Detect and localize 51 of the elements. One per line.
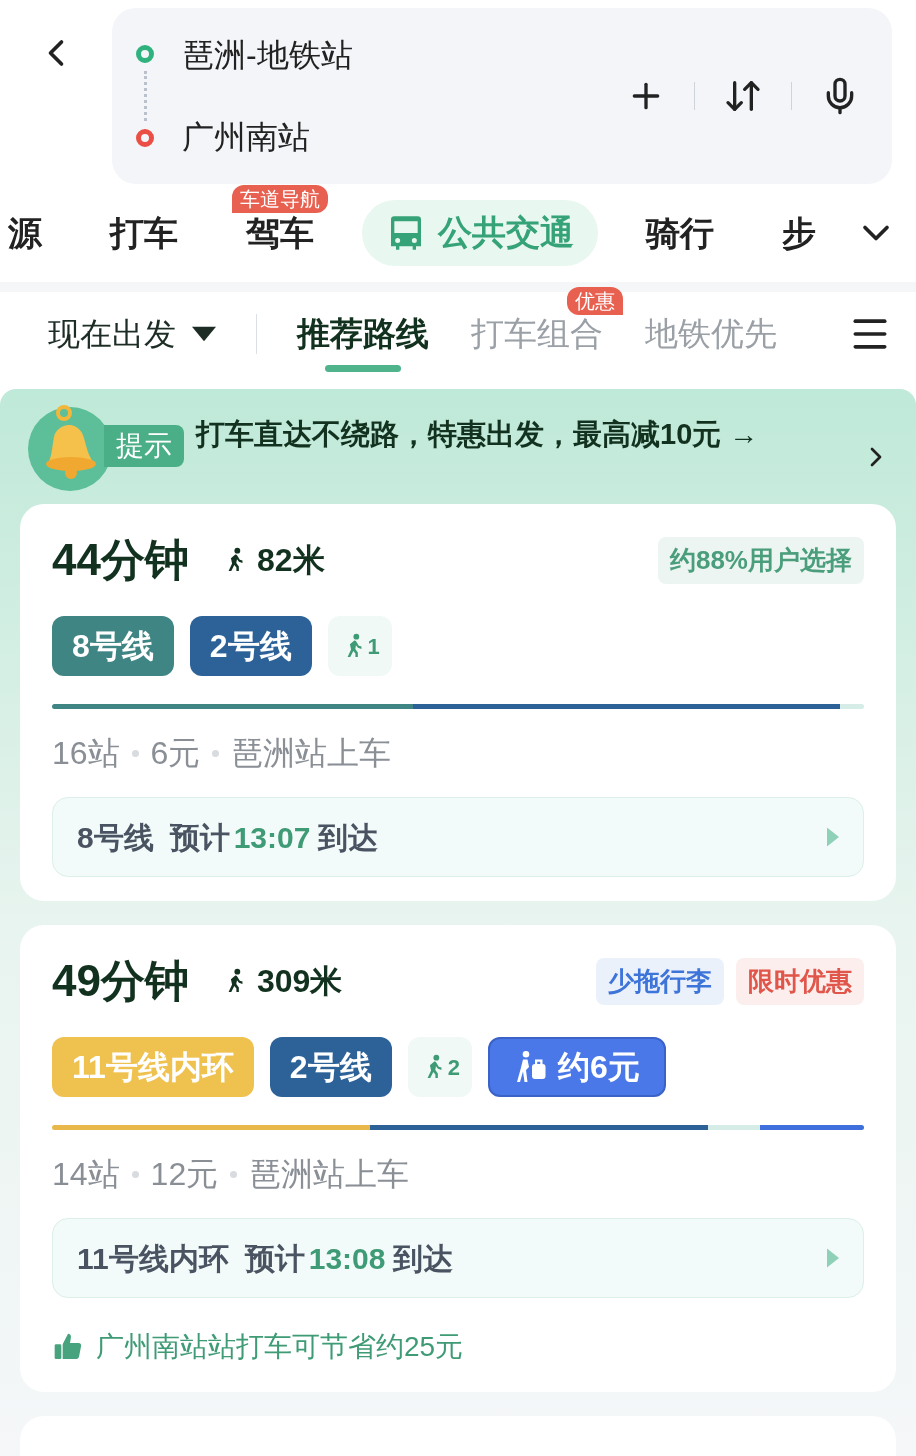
destination-field[interactable]: 广州南站 xyxy=(182,121,353,153)
departure-time-dropdown[interactable]: 现在出发 xyxy=(48,310,216,359)
next-train-row[interactable]: 8号线 预计13:07 到达 xyxy=(52,797,864,877)
play-arrow-icon xyxy=(827,827,839,847)
next-train-line: 8号线 xyxy=(77,819,154,856)
mode-tab[interactable]: 骑行 xyxy=(626,212,734,253)
mode-tab[interactable]: 打车 xyxy=(90,212,198,253)
route-tag: 限时优惠 xyxy=(736,957,864,1005)
arrival-label: 到达 xyxy=(318,819,379,856)
route-stat: 12元 xyxy=(150,1155,219,1194)
arrival-time: 13:08 xyxy=(308,1240,386,1277)
estimate-label: 预计 xyxy=(169,819,230,856)
route-tag: 少拖行李 xyxy=(596,957,724,1005)
promo-banner[interactable]: 提示 打车直达不绕路，特惠出发，最高减10元 → xyxy=(0,389,916,504)
walking-distance: 309米 xyxy=(256,962,343,1001)
line-badge: 8号线 xyxy=(52,616,174,676)
walk-transfer-badge: 2 xyxy=(407,1037,472,1097)
line-badge: 2号线 xyxy=(189,616,312,676)
line-badge: 11号线内环 xyxy=(52,1037,254,1097)
play-arrow-icon xyxy=(827,1248,839,1268)
route-stat: 14站 xyxy=(52,1155,120,1194)
promo-text: 打车直达不绕路，特惠出发，最高减10元 → xyxy=(196,417,760,452)
route-card[interactable]: 44分钟 82米 约88%用户选择 8号线 2号线 1 16站 6元 琶洲站上车 8号线 预计13:07 到达 xyxy=(20,504,896,901)
arrival-label: 到达 xyxy=(393,1240,454,1277)
route-stat: 琶洲站上车 xyxy=(249,1155,410,1194)
route-duration: 49分钟 xyxy=(52,959,189,1003)
next-train-row[interactable]: 11号线内环 预计13:08 到达 xyxy=(52,1218,864,1298)
discount-badge: 优惠 xyxy=(567,286,623,315)
origin-field[interactable]: 琶洲-地铁站 xyxy=(182,39,353,71)
sort-tab[interactable]: 推荐路线 xyxy=(297,316,429,350)
savings-tip: 广州南站站打车可节省约25元 xyxy=(96,1330,464,1364)
mode-tab[interactable]: 驾车 xyxy=(226,212,334,253)
caret-icon xyxy=(192,326,216,343)
estimate-label: 预计 xyxy=(244,1240,305,1277)
route-duration: 44分钟 xyxy=(52,538,189,582)
mode-tab[interactable]: 源 xyxy=(0,212,62,253)
route-stat: 琶洲站上车 xyxy=(231,734,392,773)
walking-distance: 82米 xyxy=(256,541,325,580)
arrival-time: 13:07 xyxy=(233,819,311,856)
dotted-connector xyxy=(143,71,147,121)
hint-tag: 提示 xyxy=(104,425,184,467)
mode-badge: 车道导航 xyxy=(232,184,328,213)
route-stat: 6元 xyxy=(150,734,201,773)
next-train-line: 11号线内环 xyxy=(77,1240,229,1277)
route-stat: 16站 xyxy=(52,734,120,773)
route-card[interactable]: 49分钟 309米 少拖行李 限时优惠 11号线内环 2号线 2 约6元 14站 12元 琶洲站上车 11号线内环 预计13:08 到达 广州南站站打车可节省约25元 xyxy=(20,925,896,1392)
route-tag: 约88%用户选择 xyxy=(657,536,864,584)
mode-tab[interactable]: 步 xyxy=(762,212,836,253)
walk-transfer-badge: 1 xyxy=(327,616,392,676)
taxi-fare-badge: 约6元 xyxy=(487,1037,666,1097)
line-badge: 2号线 xyxy=(269,1037,392,1097)
